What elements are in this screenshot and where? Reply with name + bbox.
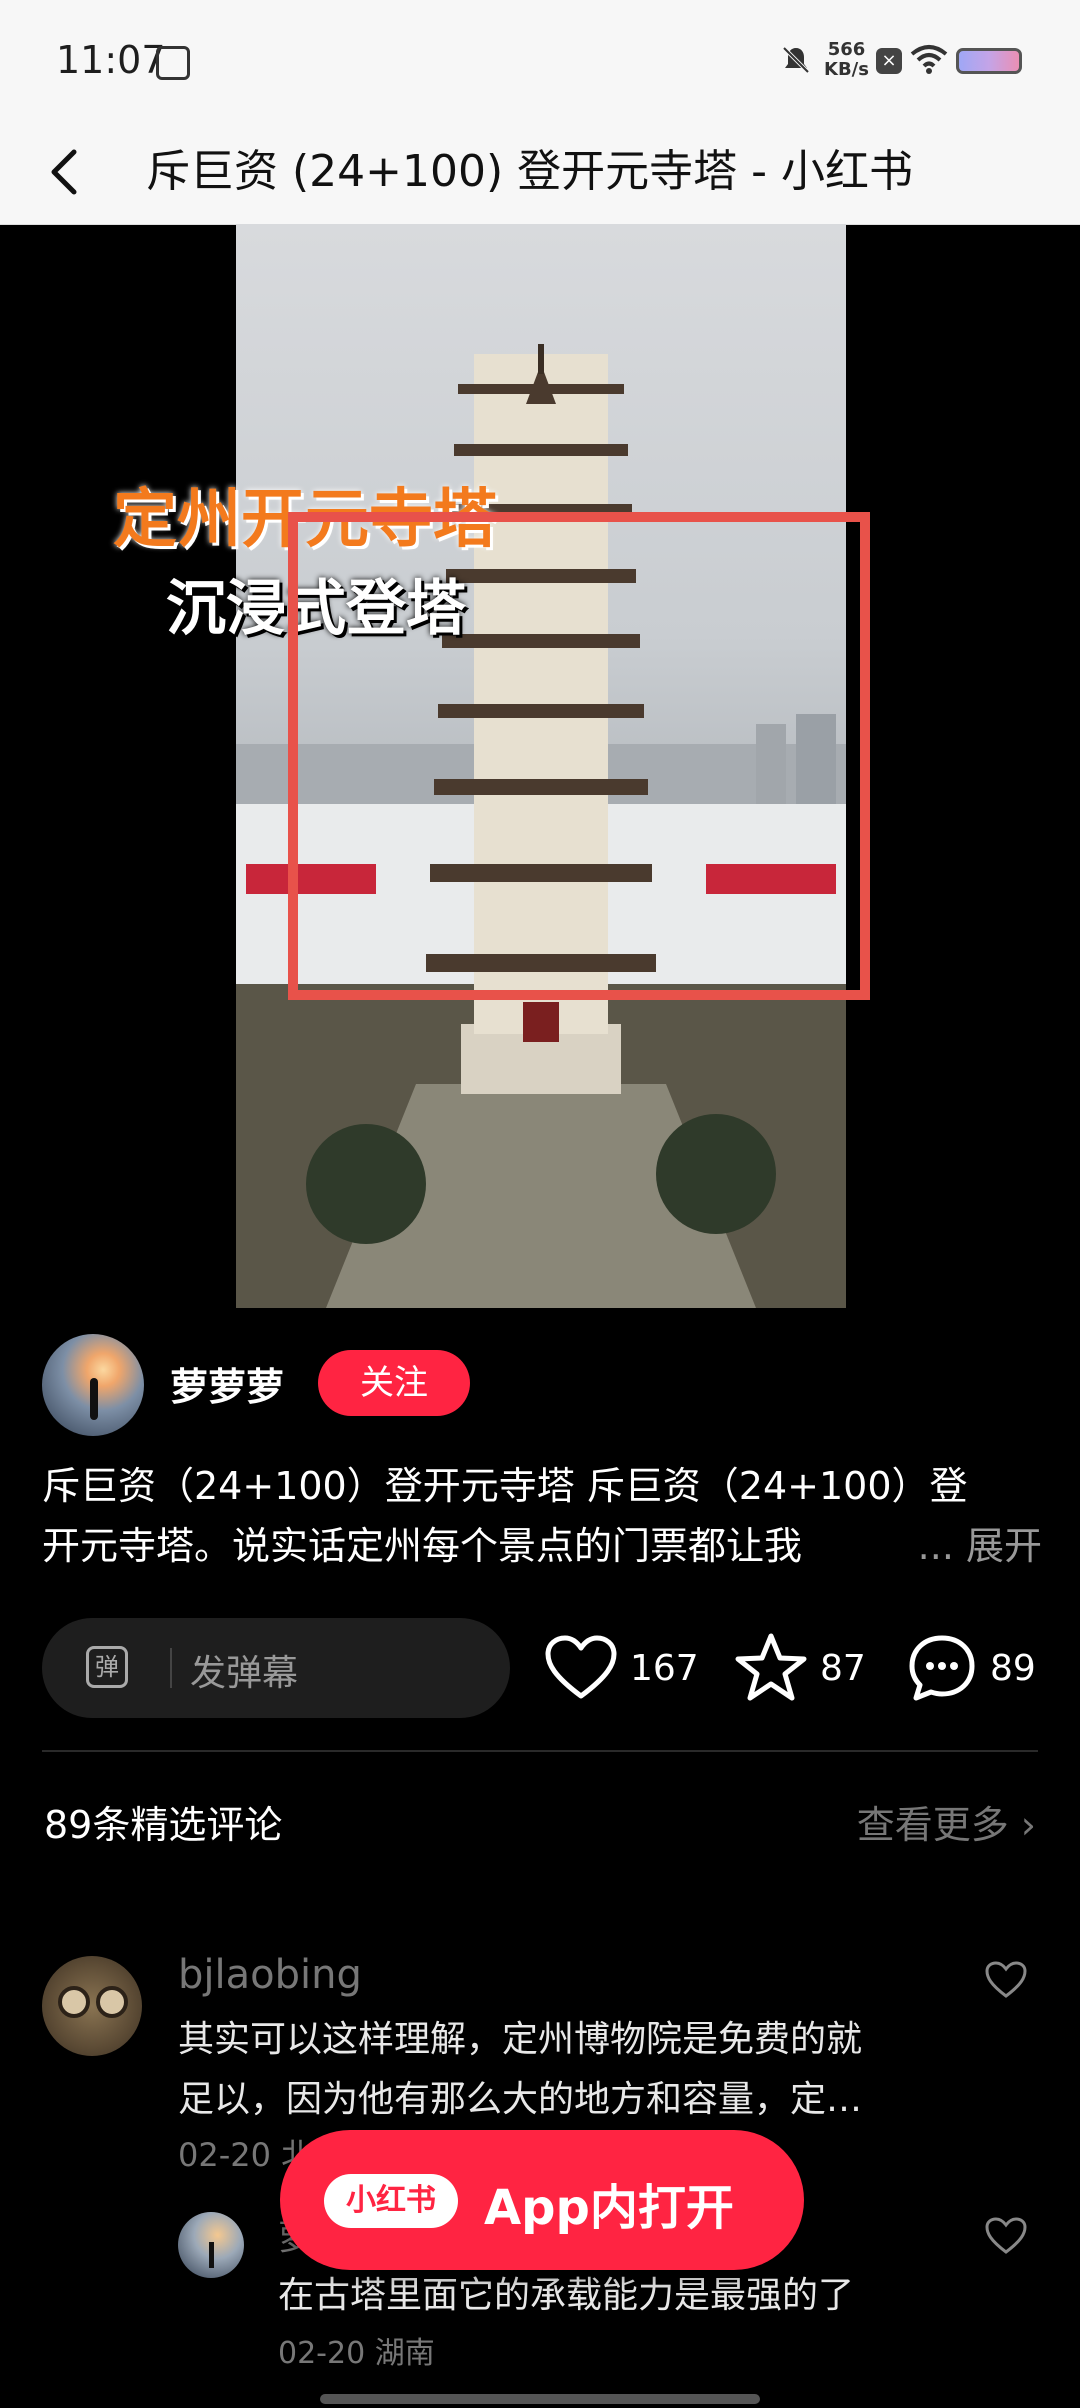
- expand-link[interactable]: ... 展开: [909, 1516, 1042, 1576]
- author-row: 萝萝萝 关注: [42, 1334, 1042, 1436]
- comment-line: 足以，因为他有那么大的地方和容量，定…: [178, 2079, 863, 2120]
- comment-like-icon[interactable]: [984, 1960, 1028, 2000]
- like-button[interactable]: 167: [544, 1632, 699, 1704]
- collect-button[interactable]: 87: [734, 1632, 866, 1704]
- reply-date: 02-20 湖南: [278, 2336, 435, 2371]
- comment-bubble-icon: [909, 1635, 975, 1701]
- collect-count: 87: [820, 1647, 866, 1689]
- open-in-app-button[interactable]: 小红书 App内打开: [280, 2130, 804, 2270]
- highlight-box: [288, 512, 870, 1000]
- comment-button[interactable]: 89: [906, 1632, 1036, 1704]
- comment-count: 89: [990, 1647, 1036, 1689]
- danmu-placeholder: 发弹幕: [190, 1653, 299, 1694]
- calendar-icon: [156, 46, 190, 80]
- back-arrow-icon[interactable]: [40, 140, 96, 204]
- comment-text[interactable]: 其实可以这样理解，定州博物院是免费的就 足以，因为他有那么大的地方和容量，定…: [178, 2010, 938, 2130]
- open-in-app-label: App内打开: [484, 2180, 734, 2236]
- home-indicator[interactable]: [320, 2394, 760, 2404]
- description-line: 开元寺塔。说实话定州每个景点的门票都让我: [42, 1524, 803, 1568]
- star-icon: [735, 1633, 807, 1701]
- author-name[interactable]: 萝萝萝: [170, 1356, 284, 1411]
- commenter-avatar[interactable]: [42, 1956, 142, 2056]
- post-description: 斥巨资（24+100）登开元寺塔 斥巨资（24+100）登 开元寺塔。说实话定州…: [42, 1456, 1042, 1576]
- author-avatar[interactable]: [42, 1334, 144, 1436]
- sim-off-icon: ×: [876, 48, 902, 74]
- danmu-input[interactable]: 弹 发弹幕: [42, 1618, 510, 1718]
- xiaohongshu-logo: 小红书: [324, 2174, 458, 2228]
- divider: [170, 1648, 172, 1688]
- comments-count-label: 89条精选评论: [44, 1803, 283, 1847]
- bell-muted-icon: [782, 46, 810, 74]
- reply-like-icon[interactable]: [984, 2216, 1028, 2256]
- net-speed-value: 566: [827, 39, 866, 60]
- network-speed: 566 KB/s: [824, 40, 869, 80]
- description-line: 斥巨资（24+100）登开元寺塔 斥巨资（24+100）登: [42, 1464, 968, 1508]
- net-speed-unit: KB/s: [824, 59, 869, 80]
- page-header: 斥巨资 (24+100) 登开元寺塔 - 小红书: [0, 120, 1080, 225]
- comment-line: 其实可以这样理解，定州博物院是免费的就: [178, 2019, 863, 2060]
- status-time: 11:07: [56, 38, 166, 82]
- heart-icon: [545, 1635, 617, 1699]
- danmu-icon: 弹: [86, 1646, 128, 1688]
- wifi-icon: [910, 45, 948, 74]
- see-more-comments-link[interactable]: 查看更多 ›: [857, 1794, 1036, 1849]
- status-bar: 11:07 566 KB/s ×: [0, 0, 1080, 120]
- section-divider: [42, 1750, 1038, 1752]
- follow-button[interactable]: 关注: [318, 1350, 470, 1416]
- like-count: 167: [630, 1647, 699, 1689]
- reply-text[interactable]: 在古塔里面它的承载能力是最强的了: [278, 2266, 854, 2318]
- commenter-name[interactable]: bjlaobing: [178, 1952, 362, 1998]
- reply-avatar[interactable]: [178, 2212, 244, 2278]
- page-title: 斥巨资 (24+100) 登开元寺塔 - 小红书: [146, 146, 913, 197]
- battery-icon: [956, 48, 1022, 74]
